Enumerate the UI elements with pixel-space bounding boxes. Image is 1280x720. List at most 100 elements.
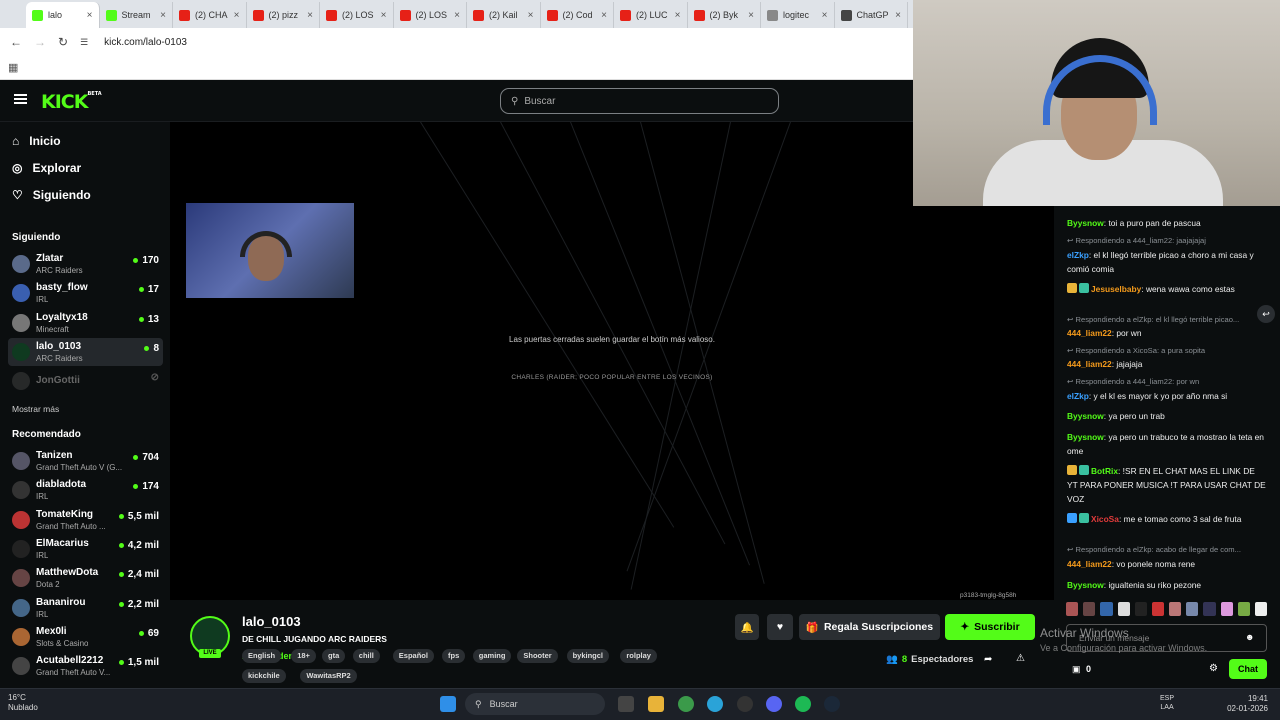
tag[interactable]: fps (442, 649, 466, 663)
tab-close-icon[interactable]: × (601, 10, 607, 21)
sidebar-channel[interactable]: Tanizen Grand Theft Auto V (G... 704 (8, 447, 163, 475)
forward-icon[interactable]: → (34, 35, 46, 49)
chat-username[interactable]: elZkp (1067, 391, 1089, 401)
show-more-link[interactable]: Mostrar más (12, 404, 59, 414)
chat-username[interactable]: 444_liam22 (1067, 559, 1112, 569)
tab-close-icon[interactable]: × (895, 10, 901, 21)
tab-close-icon[interactable]: × (234, 10, 240, 21)
sidebar-channel[interactable]: Acutabell2212 Grand Theft Auto V... 1,5 mi… (8, 652, 163, 680)
tab-close-icon[interactable]: × (748, 10, 754, 21)
system-clock[interactable]: 19:41 02-01-2026 (1210, 694, 1268, 714)
steam-icon[interactable] (824, 696, 840, 712)
browser-tab[interactable]: (2) Byk × (688, 2, 761, 28)
tab-close-icon[interactable]: × (381, 10, 387, 21)
kick-logo[interactable]: KICKBETA (41, 91, 102, 113)
tag[interactable]: bykingcl (566, 649, 610, 663)
channel-points[interactable]: 0 (1086, 664, 1091, 674)
tab-close-icon[interactable]: × (87, 10, 93, 21)
weather-widget[interactable]: 16°C Nublado (8, 693, 38, 713)
tab-close-icon[interactable]: × (307, 10, 313, 21)
sidebar-channel[interactable]: basty_flow IRL 17 (8, 279, 163, 307)
back-icon[interactable]: ← (10, 35, 22, 49)
sidebar-channel[interactable]: Bananirou IRL 2,2 mil (8, 594, 163, 622)
notification-button[interactable]: 🔔 (735, 614, 759, 640)
browser-tab[interactable]: (2) Cod × (541, 2, 614, 28)
browser-tab[interactable]: (2) CHA × (173, 2, 247, 28)
streamer-name[interactable]: lalo_0103 (242, 614, 301, 629)
chat-username[interactable]: 444_liam22 (1067, 328, 1112, 338)
site-info-icon[interactable]: ☰ (80, 37, 88, 48)
chat-send-button[interactable]: Chat (1229, 659, 1267, 679)
tag[interactable]: rolplay (620, 649, 657, 663)
task-view-icon[interactable] (618, 696, 634, 712)
url-field[interactable]: kick.com/lalo-0103 (104, 37, 187, 48)
chat-username[interactable]: BotRix (1091, 466, 1118, 476)
emote-bar[interactable] (1066, 602, 1268, 620)
browser-tab[interactable]: (2) LUC × (614, 2, 688, 28)
browser-tab[interactable]: lalo × (26, 2, 100, 28)
browser-tab[interactable]: (2) LOS × (394, 2, 467, 28)
sidebar-channel-offline[interactable]: JonGottii ⊘ (8, 367, 163, 395)
menu-icon[interactable] (14, 94, 27, 104)
language-indicator[interactable]: ESP LAA (1160, 694, 1174, 712)
tab-close-icon[interactable]: × (454, 10, 460, 21)
browser-tab[interactable]: ChatGP × (835, 2, 908, 28)
app-icon[interactable] (737, 696, 753, 712)
chat-username[interactable]: elZkp (1067, 250, 1089, 260)
tab-close-icon[interactable]: × (822, 10, 828, 21)
sidebar-channel[interactable]: Mex0li Slots & Casino 69 (8, 623, 163, 651)
nav-inicio[interactable]: ⌂ Inicio (12, 134, 61, 148)
nav-explorar[interactable]: ◎ Explorar (12, 161, 81, 175)
sidebar-channel[interactable]: Zlatar ARC Raiders 170 (8, 250, 163, 278)
chat-username[interactable]: XicoSa (1091, 514, 1119, 524)
chat-username[interactable]: Byysnow (1067, 411, 1104, 421)
tab-close-icon[interactable]: × (675, 10, 681, 21)
emoji-icon[interactable]: ☻ (1245, 632, 1254, 642)
chat-username[interactable]: Byysnow (1067, 218, 1104, 228)
chrome-profile-icon[interactable] (707, 696, 723, 712)
sidebar-channel[interactable]: diabladota IRL 174 (8, 476, 163, 504)
apps-grid-icon[interactable]: ▦ (8, 61, 18, 74)
search-input[interactable]: ⚲ Buscar (500, 88, 779, 114)
chat-username[interactable]: Byysnow (1067, 432, 1104, 442)
sidebar-channel[interactable]: TomateKing Grand Theft Auto ... 5,5 mil (8, 506, 163, 534)
tab-close-icon[interactable]: × (160, 10, 166, 21)
browser-tab[interactable]: logitec × (761, 2, 835, 28)
tag[interactable]: Español (392, 649, 434, 663)
tag[interactable]: kickchile (242, 669, 286, 683)
chat-username[interactable]: Jesuselbaby (1091, 284, 1141, 294)
spotify-icon[interactable] (795, 696, 811, 712)
start-icon[interactable] (440, 696, 456, 712)
sidebar-channel[interactable]: ElMacarius IRL 4,2 mil (8, 535, 163, 563)
chrome-icon[interactable] (678, 696, 694, 712)
tag[interactable]: 18+ (291, 649, 316, 663)
share-icon[interactable]: ➦ (984, 654, 992, 665)
browser-tab[interactable]: (2) Kail × (467, 2, 541, 28)
subscribe-button[interactable]: ✦ Suscribir (945, 614, 1035, 640)
settings-icon[interactable]: ⚙ (1209, 663, 1218, 674)
browser-tab[interactable]: Stream × (100, 2, 173, 28)
sidebar-channel[interactable]: Loyaltyx18 Minecraft 13 (8, 309, 163, 337)
browser-tab[interactable]: (2) LOS × (320, 2, 394, 28)
report-icon[interactable]: ⚠ (1016, 653, 1025, 664)
tag[interactable]: WawitasRP2 (300, 669, 357, 683)
discord-icon[interactable] (766, 696, 782, 712)
gift-subs-button[interactable]: 🎁 Regala Suscripciones (799, 614, 940, 640)
file-explorer-icon[interactable] (648, 696, 664, 712)
browser-tab[interactable]: (2) pizz × (247, 2, 320, 28)
nav-siguiendo[interactable]: ♡ Siguiendo (12, 188, 91, 202)
chat-username[interactable]: 444_liam22 (1067, 359, 1112, 369)
sidebar-channel[interactable]: lalo_0103 ARC Raiders 8 (8, 337, 163, 366)
tag[interactable]: English (242, 649, 282, 663)
sidebar-channel[interactable]: MatthewDota Dota 2 2,4 mil (8, 564, 163, 592)
tag[interactable]: Shooter (517, 649, 558, 663)
tag[interactable]: gta (322, 649, 346, 663)
tag[interactable]: chill (352, 649, 380, 663)
taskbar-search[interactable]: ⚲ Buscar (465, 693, 605, 715)
tag[interactable]: gaming (472, 649, 512, 663)
follow-button[interactable]: ♥ (767, 614, 793, 640)
tab-close-icon[interactable]: × (528, 10, 534, 21)
reload-icon[interactable]: ↻ (58, 35, 68, 49)
scroll-down-icon[interactable]: ↩ (1257, 305, 1275, 323)
chat-username[interactable]: Byysnow (1067, 580, 1104, 590)
